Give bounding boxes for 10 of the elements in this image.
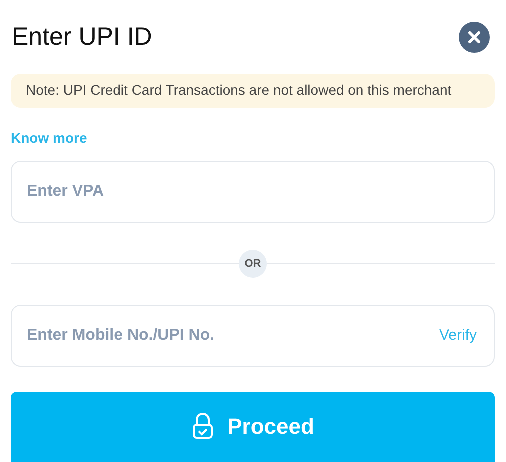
verify-button[interactable]: Verify <box>439 324 477 348</box>
close-button[interactable] <box>459 22 490 54</box>
proceed-button[interactable]: Proceed <box>11 392 495 462</box>
dialog-title: Enter UPI ID <box>11 22 152 54</box>
close-icon <box>468 31 481 44</box>
lock-icon <box>192 413 214 440</box>
know-more-link[interactable]: Know more <box>11 128 88 149</box>
vpa-field[interactable]: Enter VPA <box>11 160 495 223</box>
note-banner: Note: UPI Credit Card Transactions are not allowed on this merchant <box>11 74 495 108</box>
or-divider-label: OR <box>239 250 267 278</box>
